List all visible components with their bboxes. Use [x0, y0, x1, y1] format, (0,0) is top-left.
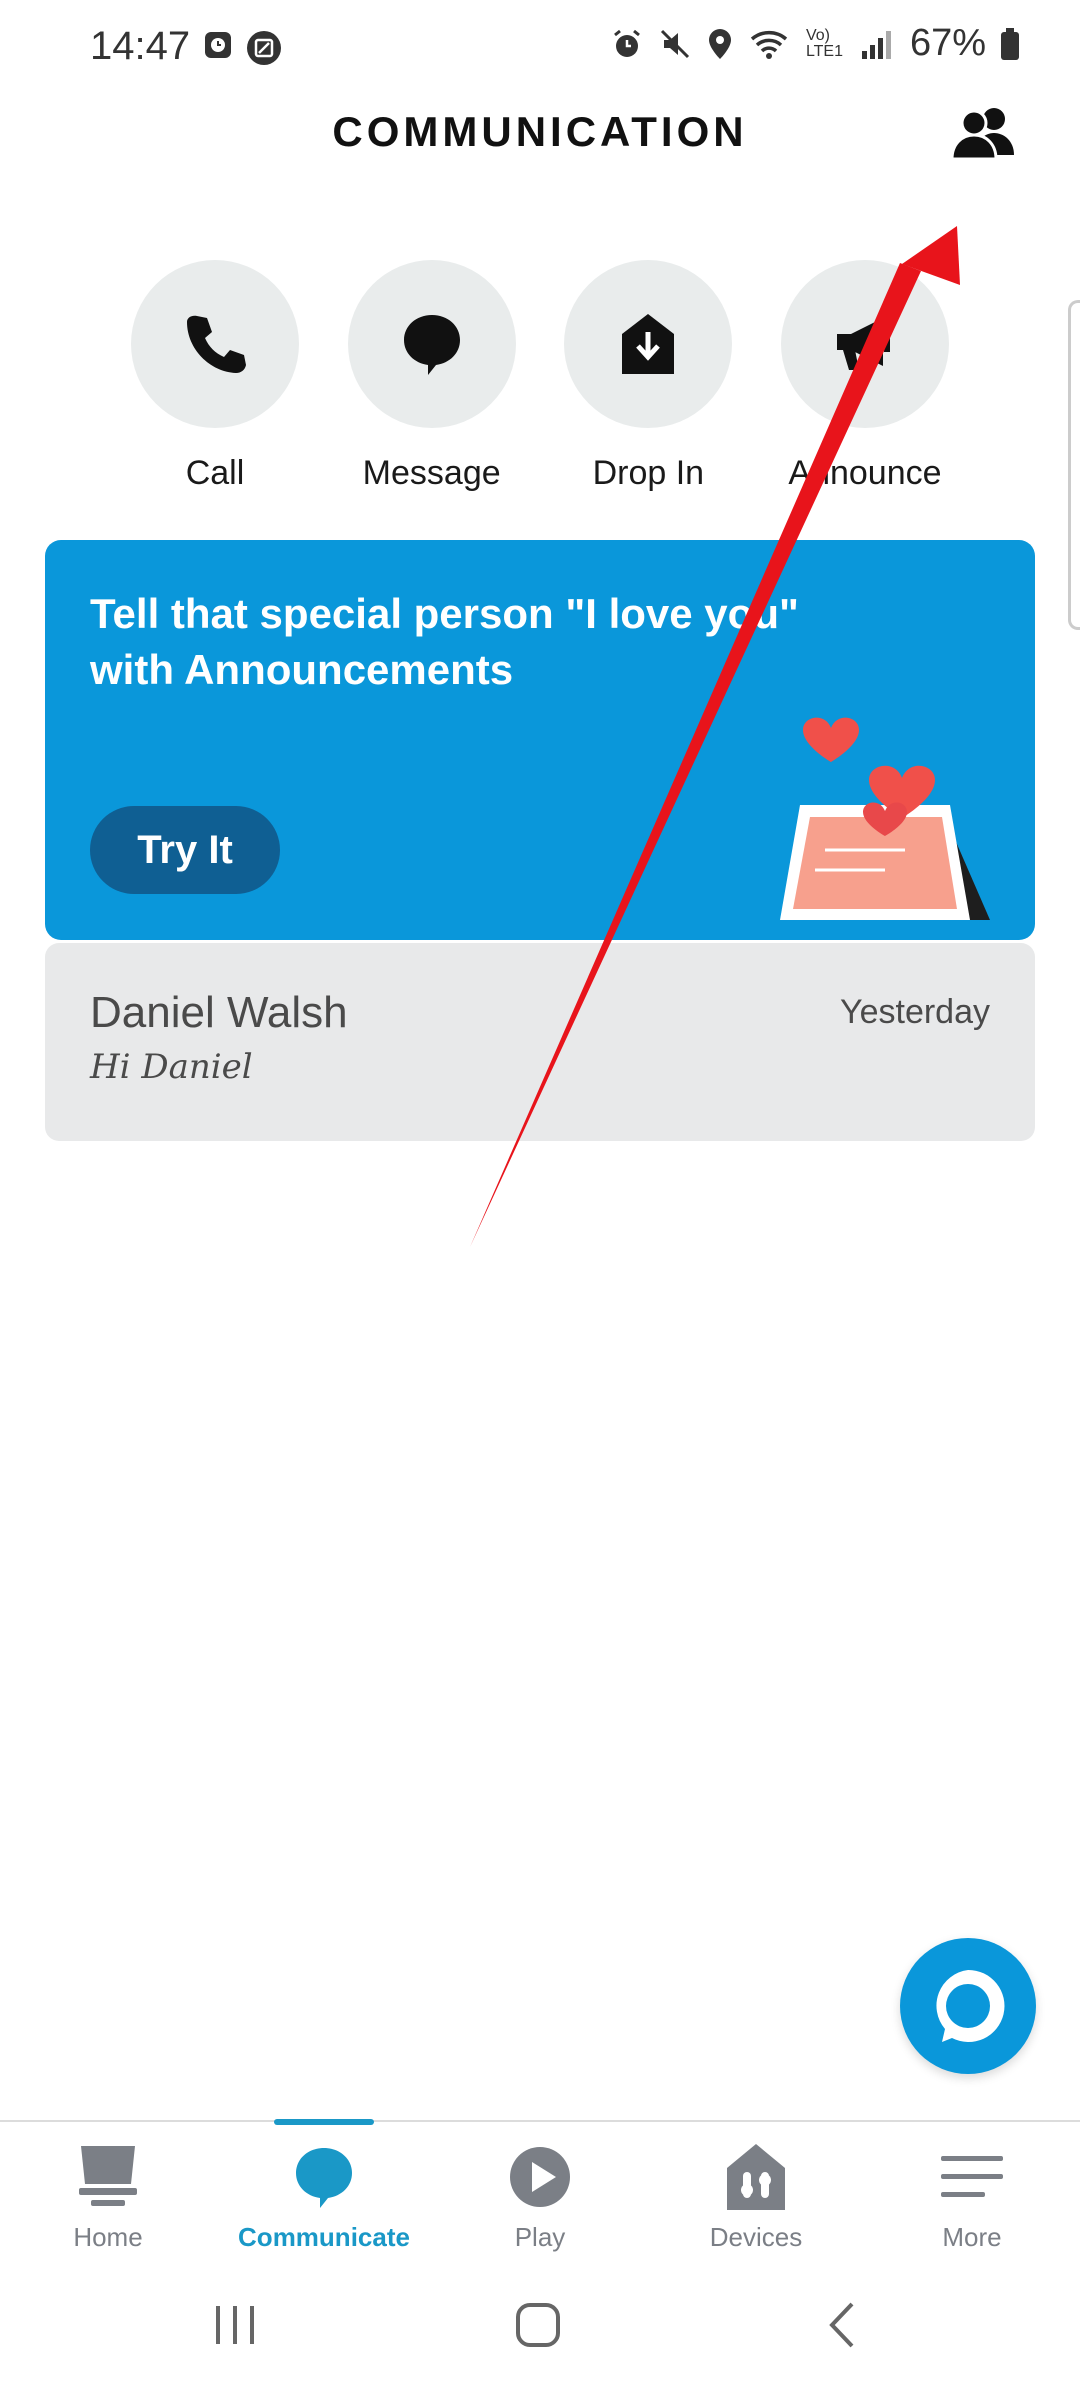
announce-label: Announce — [788, 454, 942, 492]
battery-icon — [1001, 27, 1019, 60]
nav-more[interactable]: More — [864, 2122, 1080, 2270]
nav-communicate-label: Communicate — [238, 2222, 410, 2252]
bottom-navigation: Home Communicate Play Devices More — [0, 2119, 1080, 2270]
recent-apps-icon[interactable] — [210, 2300, 260, 2350]
try-it-button[interactable]: Try It — [90, 806, 280, 894]
message-label: Message — [362, 454, 501, 492]
network-label: Vo) LTE1 — [805, 26, 843, 60]
location-icon — [708, 28, 731, 59]
drop-in-icon — [622, 314, 675, 374]
drop-in-circle[interactable] — [564, 260, 733, 428]
status-bar: 14:47 Vo) LTE1 67% — [0, 0, 1080, 96]
wifi-icon — [750, 30, 788, 59]
megaphone-icon — [836, 318, 890, 370]
menu-icon — [941, 2156, 1003, 2197]
home-nav-icon[interactable] — [512, 2300, 564, 2350]
alexa-button[interactable] — [900, 1938, 1036, 2074]
page-title: COMMUNICATION — [332, 108, 748, 155]
contact-name: Daniel Walsh — [90, 988, 348, 1037]
devices-icon — [727, 2144, 785, 2210]
alexa-icon — [936, 1969, 1005, 2042]
drop-in-label: Drop In — [592, 454, 705, 492]
nav-play-label: Play — [514, 2222, 566, 2252]
nav-devices[interactable]: Devices — [648, 2122, 864, 2270]
chat-bubble-icon — [403, 315, 460, 375]
battery-percent: 67% — [909, 22, 986, 64]
status-time: 14:47 — [90, 24, 191, 68]
clock-notification-icon — [205, 32, 231, 58]
signal-icon — [861, 30, 891, 59]
contacts-icon — [950, 108, 1014, 161]
nav-communicate[interactable]: Communicate — [216, 2119, 432, 2270]
call-button[interactable]: Call — [130, 260, 300, 493]
message-preview: Hi Daniel — [90, 1047, 253, 1087]
call-label: Call — [185, 454, 245, 492]
contacts-button[interactable] — [950, 105, 1030, 175]
system-navigation-bar — [0, 2290, 1080, 2370]
nav-home-label: Home — [73, 2222, 143, 2252]
announcement-promo-card: Tell that special person "I love you" wi… — [45, 540, 1035, 940]
screenshot-notification-icon — [247, 31, 281, 65]
side-panel-handle[interactable] — [1068, 300, 1080, 630]
active-tab-indicator — [274, 2119, 374, 2125]
back-icon[interactable] — [820, 2300, 864, 2350]
nav-play[interactable]: Play — [432, 2122, 648, 2270]
message-date: Yesterday — [840, 993, 990, 1031]
drop-in-button[interactable]: Drop In — [563, 260, 733, 493]
alarm-icon — [614, 29, 640, 57]
message-button[interactable]: Message — [347, 260, 517, 493]
communication-actions: Call Message Drop In Announce — [130, 260, 950, 493]
message-circle[interactable] — [347, 260, 516, 428]
mute-icon — [660, 29, 689, 58]
conversation-row[interactable]: Daniel Walsh Yesterday Hi Daniel — [45, 943, 1035, 1141]
promo-text: Tell that special person "I love you" wi… — [90, 590, 799, 693]
status-icons: Vo) LTE1 67% — [610, 22, 1020, 65]
communicate-icon — [296, 2148, 352, 2208]
nav-devices-label: Devices — [709, 2222, 803, 2252]
announce-button[interactable]: Announce — [780, 260, 950, 493]
play-icon — [510, 2147, 570, 2207]
nav-more-label: More — [942, 2222, 1002, 2252]
echo-show-hearts-illustration — [780, 717, 990, 920]
announce-circle[interactable] — [780, 260, 949, 428]
call-circle[interactable] — [131, 260, 299, 428]
nav-home[interactable]: Home — [0, 2122, 216, 2270]
home-icon — [79, 2146, 137, 2206]
phone-icon — [187, 315, 246, 373]
